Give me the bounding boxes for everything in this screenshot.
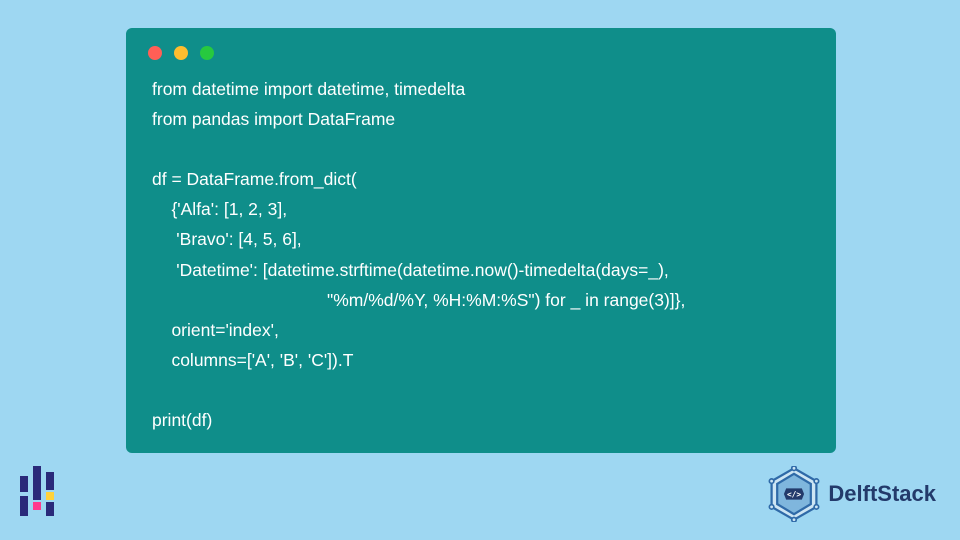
brand-name: DelftStack	[828, 481, 936, 507]
minimize-dot-icon	[174, 46, 188, 60]
close-dot-icon	[148, 46, 162, 60]
maximize-dot-icon	[200, 46, 214, 60]
code-block: from datetime import datetime, timedelta…	[126, 74, 836, 439]
window-traffic-lights	[126, 46, 836, 74]
delftstack-brand: </> DelftStack	[766, 466, 936, 522]
secondary-logo-icon	[20, 466, 64, 518]
svg-text:</>: </>	[787, 490, 801, 499]
delftstack-logo-icon: </>	[766, 466, 822, 522]
code-snippet-card: from datetime import datetime, timedelta…	[126, 28, 836, 453]
